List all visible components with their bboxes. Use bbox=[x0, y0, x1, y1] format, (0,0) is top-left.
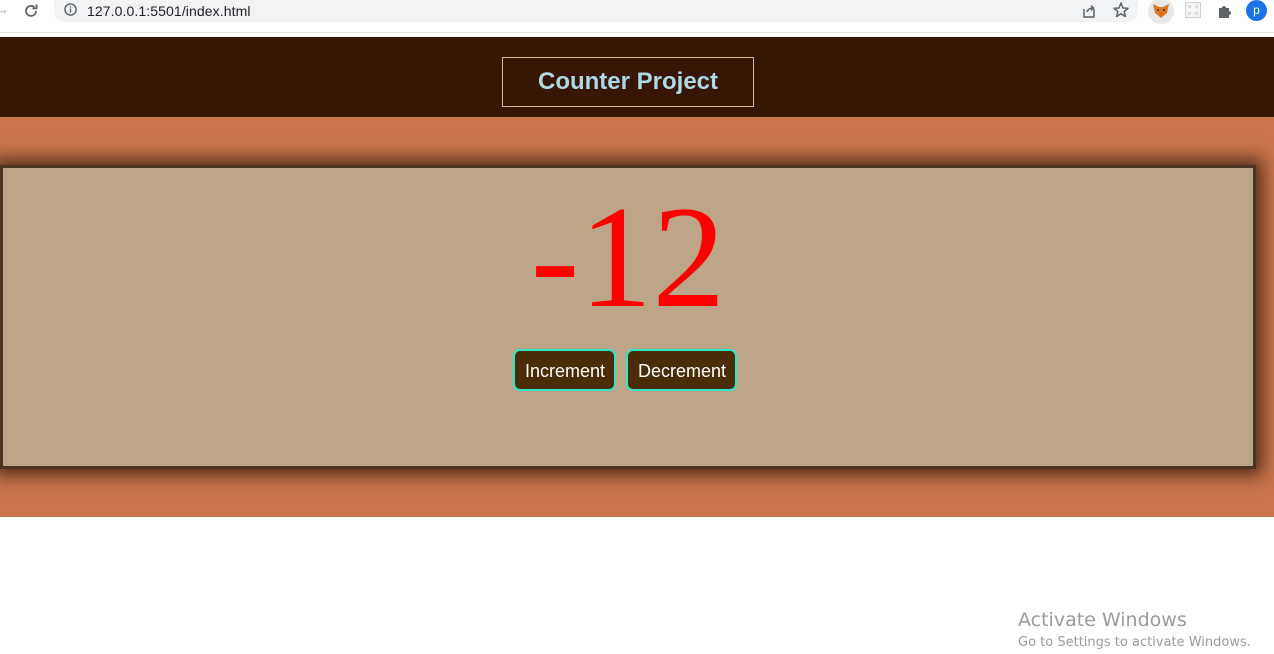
activate-windows-watermark: Activate Windows Go to Settings to activ… bbox=[1018, 609, 1251, 653]
puzzle-icon[interactable] bbox=[1216, 2, 1234, 20]
site-header: Counter Project bbox=[0, 37, 1274, 117]
browser-toolbar: → 127.0.0.1:5501/index.html p bbox=[0, 0, 1274, 33]
fox-extension-icon[interactable] bbox=[1148, 0, 1174, 24]
counter-value: -12 bbox=[530, 176, 726, 338]
info-icon[interactable] bbox=[64, 3, 77, 16]
counter-card: -12 Increment Decrement bbox=[0, 165, 1256, 469]
main-section: -12 Increment Decrement bbox=[0, 117, 1274, 517]
star-icon[interactable] bbox=[1112, 1, 1130, 19]
increment-button[interactable]: Increment bbox=[513, 349, 616, 391]
reload-icon[interactable] bbox=[22, 2, 40, 20]
forward-arrow-icon[interactable]: → bbox=[0, 3, 10, 17]
watermark-title: Activate Windows bbox=[1018, 609, 1187, 631]
grid-extension-icon[interactable] bbox=[1185, 2, 1201, 18]
watermark-subtitle: Go to Settings to activate Windows. bbox=[1018, 635, 1251, 650]
share-icon[interactable] bbox=[1080, 2, 1098, 20]
decrement-button[interactable]: Decrement bbox=[626, 349, 737, 391]
button-row: Increment Decrement bbox=[513, 349, 737, 395]
profile-avatar[interactable]: p bbox=[1246, 0, 1267, 21]
page-title: Counter Project bbox=[502, 57, 754, 107]
url-text[interactable]: 127.0.0.1:5501/index.html bbox=[87, 2, 251, 20]
address-bar[interactable]: 127.0.0.1:5501/index.html bbox=[54, 0, 1138, 22]
